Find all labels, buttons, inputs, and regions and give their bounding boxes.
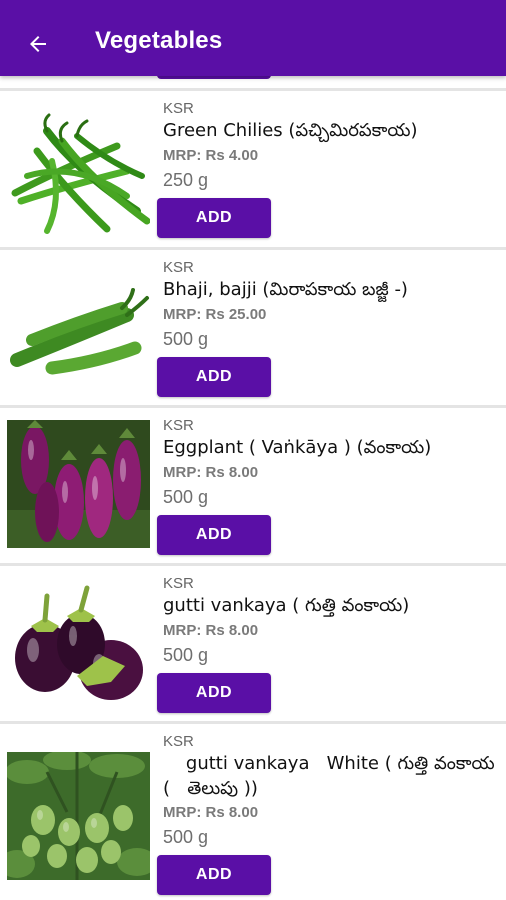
product-mrp: MRP: Rs 8.00 <box>163 464 259 481</box>
product-card: KSR Eggplant ( Vaṅkāya ) (వంకాయ) MRP: Rs… <box>0 405 506 563</box>
product-card: KSR Bhaji, bajji (మిరాపకాయ బజ్జీ -) MRP:… <box>0 247 506 405</box>
product-quantity: 500 g <box>163 487 209 507</box>
product-quantity: 500 g <box>163 827 209 847</box>
add-button[interactable]: ADD <box>157 855 271 895</box>
app-bar: Vegetables <box>0 0 506 76</box>
arrow-left-icon <box>30 36 46 52</box>
product-card: KSR gutti vankaya ( గుత్తి వంకాయ) MRP: R… <box>0 563 506 721</box>
product-name: Green Chilies (పచ్చిమిరపకాయ) <box>163 120 418 141</box>
product-brand: KSR <box>163 100 194 117</box>
bajji-chilies-image <box>7 260 150 398</box>
add-button[interactable]: ADD <box>157 515 271 555</box>
product-card: KSR gutti vankaya White ( గుత్తి వంకాయ (… <box>0 721 506 900</box>
product-quantity: 500 g <box>163 329 209 349</box>
product-mrp: MRP: Rs 25.00 <box>163 306 267 323</box>
green-chilies-image <box>7 101 150 239</box>
product-name: Bhaji, bajji (మిరాపకాయ బజ్జీ -) <box>163 279 408 300</box>
product-name: Eggplant ( Vaṅkāya ) (వంకాయ) <box>163 437 432 458</box>
product-brand: KSR <box>163 259 194 276</box>
add-button[interactable]: ADD <box>157 198 271 238</box>
eggplant-image <box>7 420 150 548</box>
white-brinjal-plant-image <box>7 752 150 880</box>
product-mrp: MRP: Rs 8.00 <box>163 622 259 639</box>
gutti-vankaya-image <box>7 580 150 708</box>
product-quantity: 250 g <box>163 170 209 190</box>
product-card: KSR Green Chilies (పచ్చిమిరపకాయ) MRP: Rs… <box>0 88 506 247</box>
product-brand: KSR <box>163 575 194 592</box>
product-brand: KSR <box>163 733 194 750</box>
product-mrp: MRP: Rs 8.00 <box>163 804 259 821</box>
product-name: gutti vankaya ( గుత్తి వంకాయ) <box>163 595 410 616</box>
add-button[interactable]: ADD <box>157 673 271 713</box>
product-quantity: 500 g <box>163 645 209 665</box>
back-button[interactable] <box>18 24 58 64</box>
page-title: Vegetables <box>95 27 223 54</box>
product-name: gutti vankaya White ( గుత్తి వంకాయ ( తెల… <box>163 753 501 799</box>
product-brand: KSR <box>163 417 194 434</box>
product-mrp: MRP: Rs 4.00 <box>163 147 259 164</box>
add-button[interactable]: ADD <box>157 357 271 397</box>
